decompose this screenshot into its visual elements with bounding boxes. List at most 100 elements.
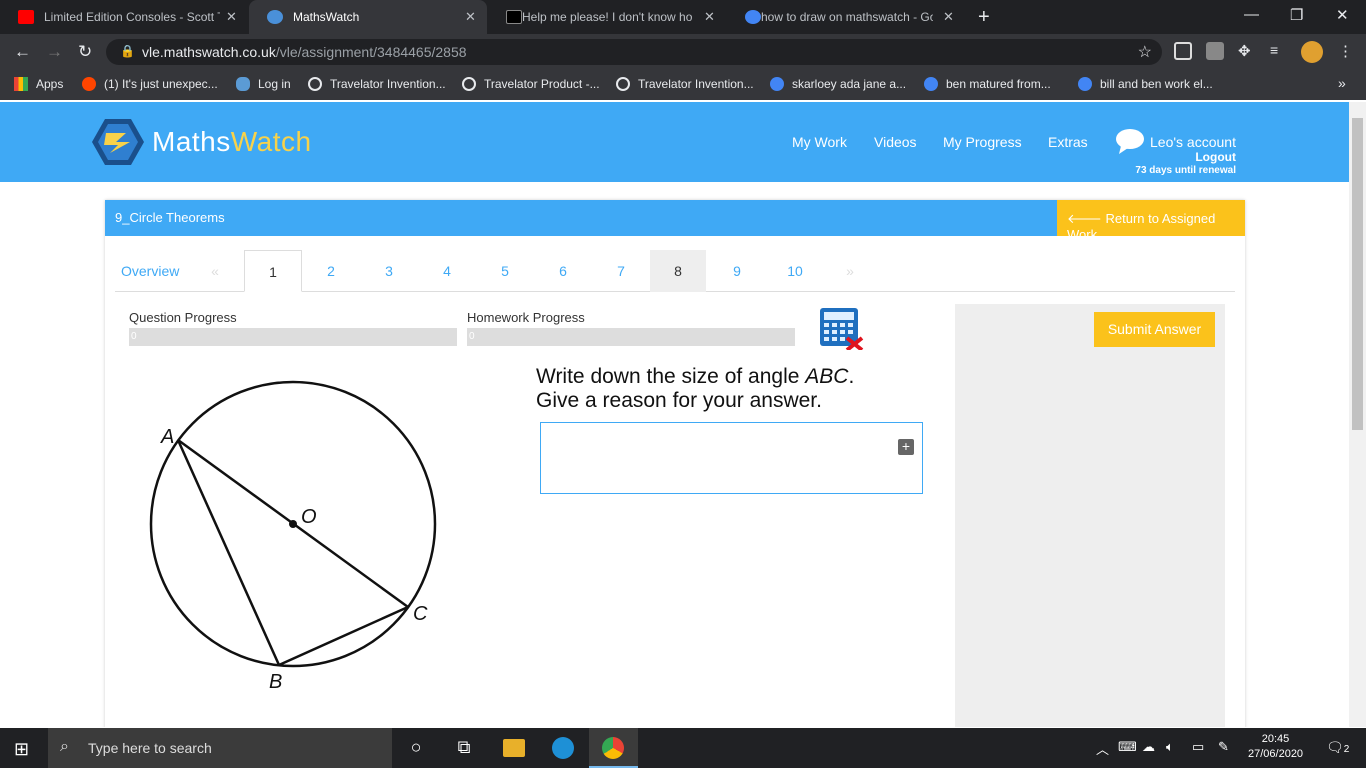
close-tab-icon[interactable]: ✕ [704, 9, 715, 25]
question-text: Write down the size of angle ABC. Give a… [536, 365, 854, 413]
file-explorer-icon[interactable] [503, 739, 525, 757]
back-icon[interactable]: ← [14, 42, 31, 62]
youtube-icon [18, 10, 34, 24]
assignment-card: 9_Circle Theorems 🡐 Return to Assigned W… [105, 200, 1245, 727]
taskbar-search-box[interactable]: ⌕ Type here to search [48, 728, 392, 768]
lock-icon: 🔒 [120, 44, 135, 58]
homework-progress-bar: 0 [467, 328, 795, 346]
bookmark-star-icon[interactable]: ☆ [1138, 42, 1152, 62]
close-tab-icon[interactable]: ✕ [465, 9, 476, 25]
bookmark-item[interactable]: bill and ben work el... [1078, 77, 1213, 91]
bookmarks-overflow-icon[interactable]: » [1338, 75, 1346, 91]
puzzle-extensions-icon[interactable]: ✥ [1238, 42, 1256, 60]
circle-theorem-diagram: A O C B [149, 380, 437, 693]
close-window-icon[interactable]: ✕ [1336, 6, 1349, 24]
windows-start-icon[interactable]: ⊞ [14, 739, 29, 760]
browser-tab[interactable]: Help me please! I don't know ho ✕ [488, 0, 726, 34]
tab-question-9[interactable]: 9 [708, 250, 766, 292]
restore-icon[interactable]: ❐ [1290, 6, 1303, 24]
globe-icon [308, 77, 322, 91]
assignment-title: 9_Circle Theorems [115, 210, 225, 225]
bookmark-label: Travelator Invention... [638, 77, 754, 91]
pen-icon[interactable]: ✎ [1218, 739, 1229, 755]
nav-my-work[interactable]: My Work [792, 134, 847, 150]
media-control-icon[interactable]: ≡ [1270, 42, 1288, 60]
answer-side-panel: Submit Answer [955, 304, 1225, 727]
scrollbar-thumb[interactable] [1352, 118, 1363, 430]
account-link[interactable]: Leo's account [1150, 134, 1236, 150]
cortana-icon[interactable]: ○ [405, 737, 427, 759]
tab-question-4[interactable]: 4 [418, 250, 476, 292]
return-to-assigned-work-button[interactable]: 🡐 Return to Assigned Work [1057, 200, 1245, 242]
clock-time: 20:45 [1261, 733, 1290, 745]
answer-input-box[interactable]: + [540, 422, 923, 494]
page-scrollbar[interactable] [1349, 102, 1366, 727]
network-icon[interactable]: ▭ [1192, 739, 1204, 755]
logout-link[interactable]: Logout [1195, 150, 1236, 164]
clock-date: 27/06/2020 [1248, 748, 1304, 760]
expand-plus-icon[interactable]: + [898, 439, 914, 455]
mathswatch-logo-icon[interactable] [92, 119, 144, 165]
bookmark-apps[interactable]: Apps [14, 77, 63, 91]
extension-icon[interactable] [1174, 42, 1192, 60]
site-logo-text[interactable]: MathsWatch [152, 126, 312, 158]
bookmark-item[interactable]: Travelator Invention... [308, 77, 446, 91]
bookmark-item[interactable]: (1) It's just unexpec... [82, 77, 218, 91]
tab-question-2[interactable]: 2 [302, 250, 360, 292]
centre-point [289, 520, 297, 528]
google-icon [745, 10, 761, 24]
volume-icon[interactable]: 🔈︎ [1166, 739, 1174, 755]
new-tab-icon[interactable]: + [978, 6, 990, 29]
forward-icon[interactable]: → [46, 42, 63, 62]
bookmark-label: skarloey ada jane a... [792, 77, 907, 91]
edge-browser-icon[interactable] [552, 737, 574, 759]
tab-question-5[interactable]: 5 [476, 250, 534, 292]
apps-grid-icon [14, 77, 28, 91]
extension-icon[interactable] [1206, 42, 1224, 60]
tab-prev[interactable]: « [195, 250, 235, 292]
tab-question-1[interactable]: 1 [244, 250, 302, 292]
speech-bubble-icon [1116, 129, 1144, 154]
language-icon[interactable]: ⌨ [1118, 739, 1137, 755]
nav-videos[interactable]: Videos [874, 134, 917, 150]
question-progress-label: Question Progress [129, 310, 237, 325]
bookmark-label: (1) It's just unexpec... [104, 77, 218, 91]
nav-extras[interactable]: Extras [1048, 134, 1088, 150]
browser-tab-active[interactable]: MathsWatch ✕ [249, 0, 487, 34]
menu-more-icon[interactable]: ⋮ [1338, 42, 1356, 60]
onedrive-cloud-icon[interactable]: ☁ [1142, 739, 1155, 755]
homework-progress-value: 0 [469, 331, 475, 342]
label-a: A [160, 426, 174, 448]
close-tab-icon[interactable]: ✕ [226, 9, 237, 25]
address-bar[interactable]: 🔒 vle.mathswatch.co.uk/vle/assignment/34… [106, 39, 1162, 65]
tab-next[interactable]: » [830, 250, 870, 292]
reload-icon[interactable]: ↻ [78, 42, 92, 62]
tab-question-7[interactable]: 7 [592, 250, 650, 292]
submit-answer-button[interactable]: Submit Answer [1094, 312, 1215, 347]
tab-question-8[interactable]: 8 [650, 250, 706, 292]
tab-question-10[interactable]: 10 [766, 250, 824, 292]
homework-progress-label: Homework Progress [467, 310, 585, 325]
notification-center-icon[interactable]: 🗨︎2 [1326, 739, 1349, 756]
question-progress-bar: 0 [129, 328, 457, 346]
browser-tab[interactable]: Limited Edition Consoles - Scott T ✕ [0, 0, 248, 34]
close-tab-icon[interactable]: ✕ [943, 9, 954, 25]
tab-overview[interactable]: Overview [115, 250, 185, 292]
bookmark-label: bill and ben work el... [1100, 77, 1213, 91]
task-view-icon[interactable]: ⧉ [453, 737, 475, 759]
bookmark-item[interactable]: Travelator Product -... [462, 77, 600, 91]
nav-my-progress[interactable]: My Progress [943, 134, 1022, 150]
tray-overflow-icon[interactable]: ︿ [1096, 739, 1109, 758]
browser-tab[interactable]: how to draw on mathswatch - Go ✕ [727, 0, 965, 34]
bookmark-item[interactable]: ben matured from... [924, 77, 1051, 91]
minimize-icon[interactable]: — [1244, 6, 1259, 23]
bookmark-label: Travelator Invention... [330, 77, 446, 91]
tab-question-3[interactable]: 3 [360, 250, 418, 292]
bookmark-item[interactable]: Travelator Invention... [616, 77, 754, 91]
tab-question-6[interactable]: 6 [534, 250, 592, 292]
system-clock[interactable]: 20:45 27/06/2020 [1248, 732, 1303, 762]
bookmark-item[interactable]: skarloey ada jane a... [770, 77, 906, 91]
label-b: B [269, 671, 282, 693]
bookmark-item[interactable]: Log in [236, 77, 291, 91]
profile-avatar[interactable] [1301, 41, 1323, 63]
